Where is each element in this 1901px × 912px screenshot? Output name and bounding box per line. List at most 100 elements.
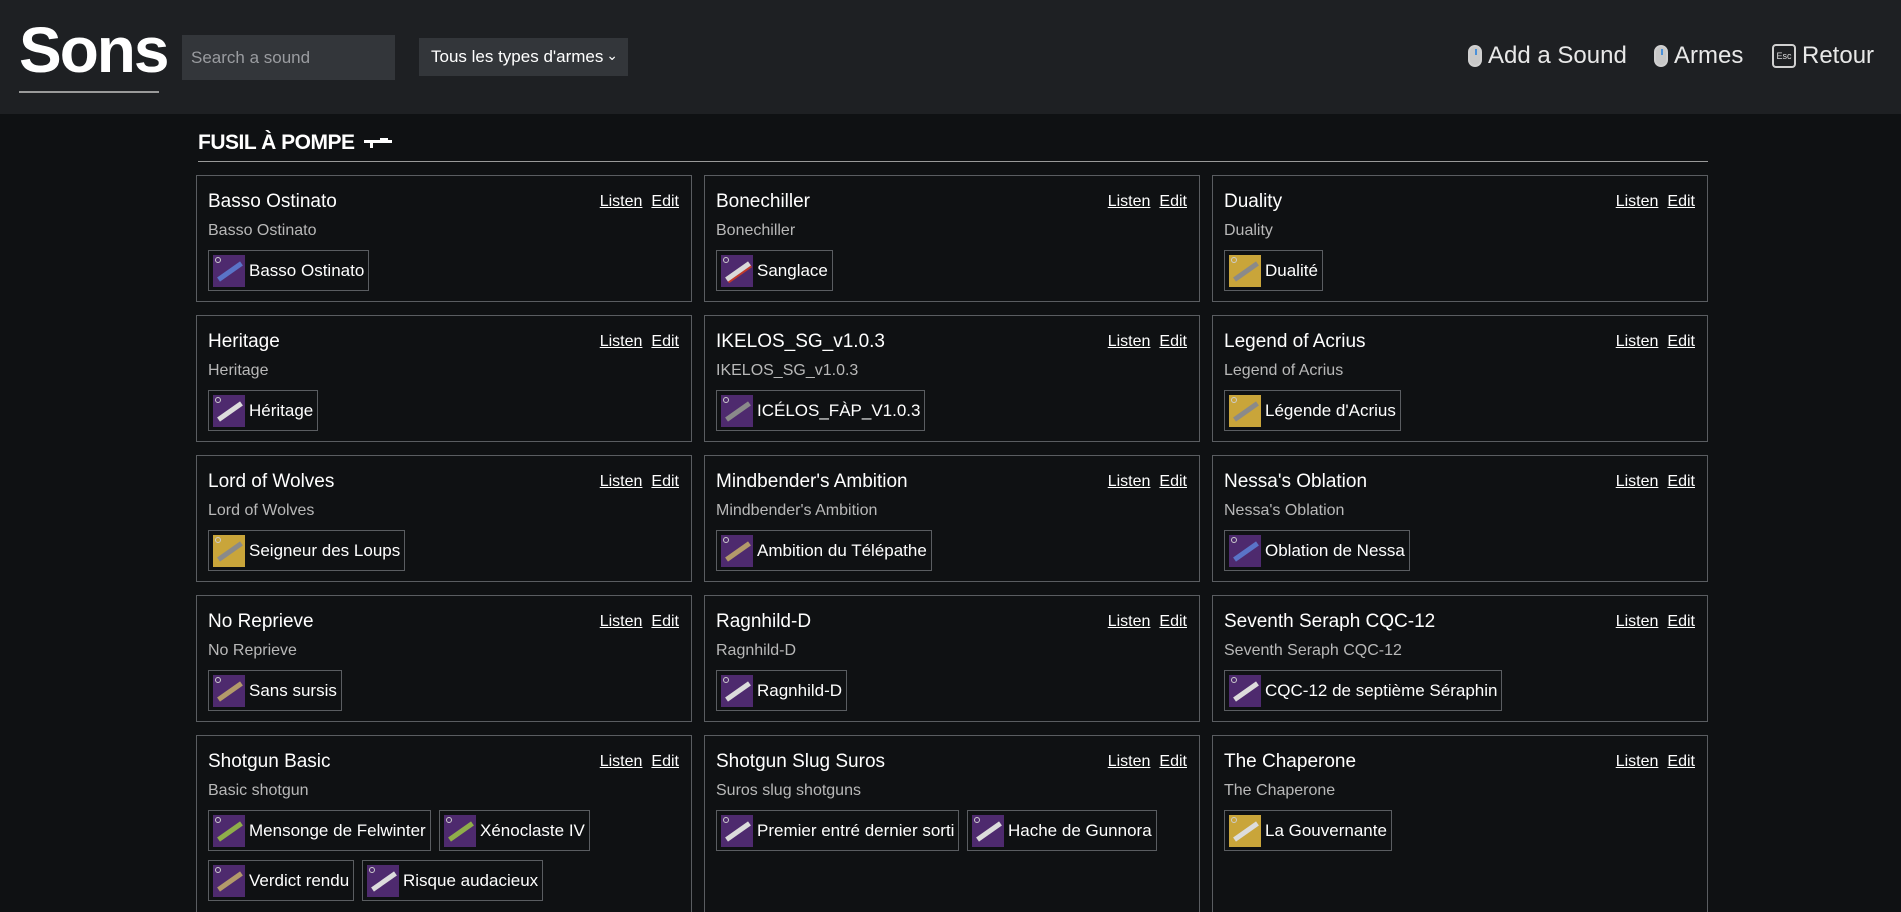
weapon-chip[interactable]: Légende d'Acrius	[1224, 390, 1401, 431]
listen-link[interactable]: Listen	[1616, 613, 1659, 631]
weapon-chip[interactable]: CQC-12 de septième Séraphin	[1224, 670, 1503, 711]
shotgun-icon	[217, 260, 243, 282]
section-title: FUSIL À POMPE	[198, 131, 393, 155]
edit-link[interactable]: Edit	[1159, 333, 1187, 351]
weapon-name: Héritage	[249, 400, 314, 420]
weapon-name: La Gouvernante	[1265, 820, 1387, 840]
card-subtitle: Basso Ostinato	[208, 222, 317, 239]
weapon-type-mark	[215, 256, 221, 263]
weapon-chip[interactable]: ICÉLOS_FÀP_V1.0.3	[716, 390, 926, 431]
shotgun-icon	[448, 820, 474, 842]
listen-link[interactable]: Listen	[600, 753, 643, 771]
edit-link[interactable]: Edit	[1667, 333, 1695, 351]
shotgun-icon	[217, 400, 243, 422]
card-title: IKELOS_SG_v1.0.3	[716, 331, 885, 352]
edit-link[interactable]: Edit	[1159, 473, 1187, 491]
card-title: Bonechiller	[716, 191, 810, 212]
listen-link[interactable]: Listen	[600, 193, 643, 211]
add-sound-link[interactable]: Add a Sound	[1468, 42, 1627, 70]
listen-link[interactable]: Listen	[1108, 613, 1151, 631]
edit-link[interactable]: Edit	[1667, 753, 1695, 771]
weapon-chip[interactable]: Mensonge de Felwinter	[208, 810, 431, 851]
listen-link[interactable]: Listen	[600, 333, 643, 351]
sound-card: No Reprieve No Reprieve Listen Edit Sans sur…	[196, 595, 692, 722]
sound-card: Heritage Heritage Listen Edit Héritage	[196, 315, 692, 442]
shotgun-icon	[725, 540, 751, 562]
edit-link[interactable]: Edit	[1159, 613, 1187, 631]
listen-link[interactable]: Listen	[600, 613, 643, 631]
sound-card: Duality Duality Listen Edit Dualité	[1212, 175, 1708, 302]
card-actions: Listen Edit	[1616, 333, 1695, 351]
weapon-chip[interactable]: Ambition du Télépathe	[716, 530, 932, 571]
card-title: Basso Ostinato	[208, 191, 337, 212]
card-actions: Listen Edit	[600, 333, 679, 351]
weapon-chip[interactable]: Oblation de Nessa	[1224, 530, 1410, 571]
search-input[interactable]	[182, 35, 395, 80]
card-actions: Listen Edit	[600, 193, 679, 211]
weapon-name: Seigneur des Loups	[249, 540, 401, 560]
listen-link[interactable]: Listen	[1616, 193, 1659, 211]
weapon-chip[interactable]: Sans sursis	[208, 670, 342, 711]
edit-link[interactable]: Edit	[651, 193, 679, 211]
weapon-type-mark	[215, 396, 221, 403]
shotgun-icon	[1233, 820, 1259, 842]
listen-link[interactable]: Listen	[1108, 753, 1151, 771]
edit-link[interactable]: Edit	[1159, 753, 1187, 771]
armes-link[interactable]: Armes	[1654, 42, 1743, 70]
card-subtitle: The Chaperone	[1224, 782, 1336, 799]
weapon-name: Dualité	[1265, 260, 1318, 280]
weapon-chip[interactable]: Dualité	[1224, 250, 1323, 291]
weapon-thumbnail-icon	[444, 814, 476, 847]
weapon-thumbnail-icon	[972, 814, 1004, 847]
edit-link[interactable]: Edit	[1667, 613, 1695, 631]
card-subtitle: Mindbender's Ambition	[716, 502, 878, 519]
shotgun-icon	[217, 820, 243, 842]
edit-link[interactable]: Edit	[1667, 193, 1695, 211]
edit-link[interactable]: Edit	[1667, 473, 1695, 491]
weapon-type-mark	[1231, 816, 1237, 823]
retour-link[interactable]: Esc Retour	[1772, 42, 1874, 70]
edit-link[interactable]: Edit	[1159, 193, 1187, 211]
logo[interactable]: Sons	[19, 14, 169, 86]
weapon-chip[interactable]: Héritage	[208, 390, 319, 431]
edit-link[interactable]: Edit	[651, 753, 679, 771]
weapon-type-mark	[723, 256, 729, 263]
card-actions: Listen Edit	[600, 613, 679, 631]
listen-link[interactable]: Listen	[1616, 333, 1659, 351]
shotgun-icon	[217, 540, 243, 562]
shotgun-icon	[725, 400, 751, 422]
shotgun-icon	[371, 870, 397, 892]
listen-link[interactable]: Listen	[600, 473, 643, 491]
weapon-chip[interactable]: Premier entré dernier sorti	[716, 810, 960, 851]
weapon-chip[interactable]: Hache de Gunnora	[967, 810, 1157, 851]
card-title: Heritage	[208, 331, 280, 352]
card-actions: Listen Edit	[1108, 473, 1187, 491]
weapon-chip[interactable]: Sanglace	[716, 250, 833, 291]
sound-card: Shotgun Basic Basic shotgun Listen Edit Mens…	[196, 735, 692, 912]
listen-link[interactable]: Listen	[1616, 473, 1659, 491]
listen-link[interactable]: Listen	[1108, 473, 1151, 491]
card-subtitle: Duality	[1224, 222, 1273, 239]
card-subtitle: No Reprieve	[208, 642, 297, 659]
weapon-chip[interactable]: La Gouvernante	[1224, 810, 1392, 851]
weapon-chip[interactable]: Risque audacieux	[362, 860, 544, 901]
shotgun-icon	[1233, 680, 1259, 702]
edit-link[interactable]: Edit	[651, 333, 679, 351]
listen-link[interactable]: Listen	[1108, 333, 1151, 351]
weapon-chip[interactable]: Xénoclaste IV	[439, 810, 590, 851]
weapon-type-mark	[369, 866, 375, 873]
weapon-chip[interactable]: Basso Ostinato	[208, 250, 370, 291]
edit-link[interactable]: Edit	[651, 473, 679, 491]
weapon-chip[interactable]: Ragnhild-D	[716, 670, 848, 711]
weapon-chip[interactable]: Seigneur des Loups	[208, 530, 406, 571]
listen-link[interactable]: Listen	[1616, 753, 1659, 771]
sound-card: Bonechiller Bonechiller Listen Edit Sanglace	[704, 175, 1200, 302]
weapon-chip[interactable]: Verdict rendu	[208, 860, 355, 901]
listen-link[interactable]: Listen	[1108, 193, 1151, 211]
weapon-type-select[interactable]: Tous les types d'armes ⌄	[419, 38, 628, 76]
card-subtitle: Suros slug shotguns	[716, 782, 861, 799]
weapon-type-mark	[974, 816, 980, 823]
edit-link[interactable]: Edit	[651, 613, 679, 631]
sound-card: Basso Ostinato Basso Ostinato Listen Edit Ba…	[196, 175, 692, 302]
weapon-thumbnail-icon	[721, 534, 753, 567]
